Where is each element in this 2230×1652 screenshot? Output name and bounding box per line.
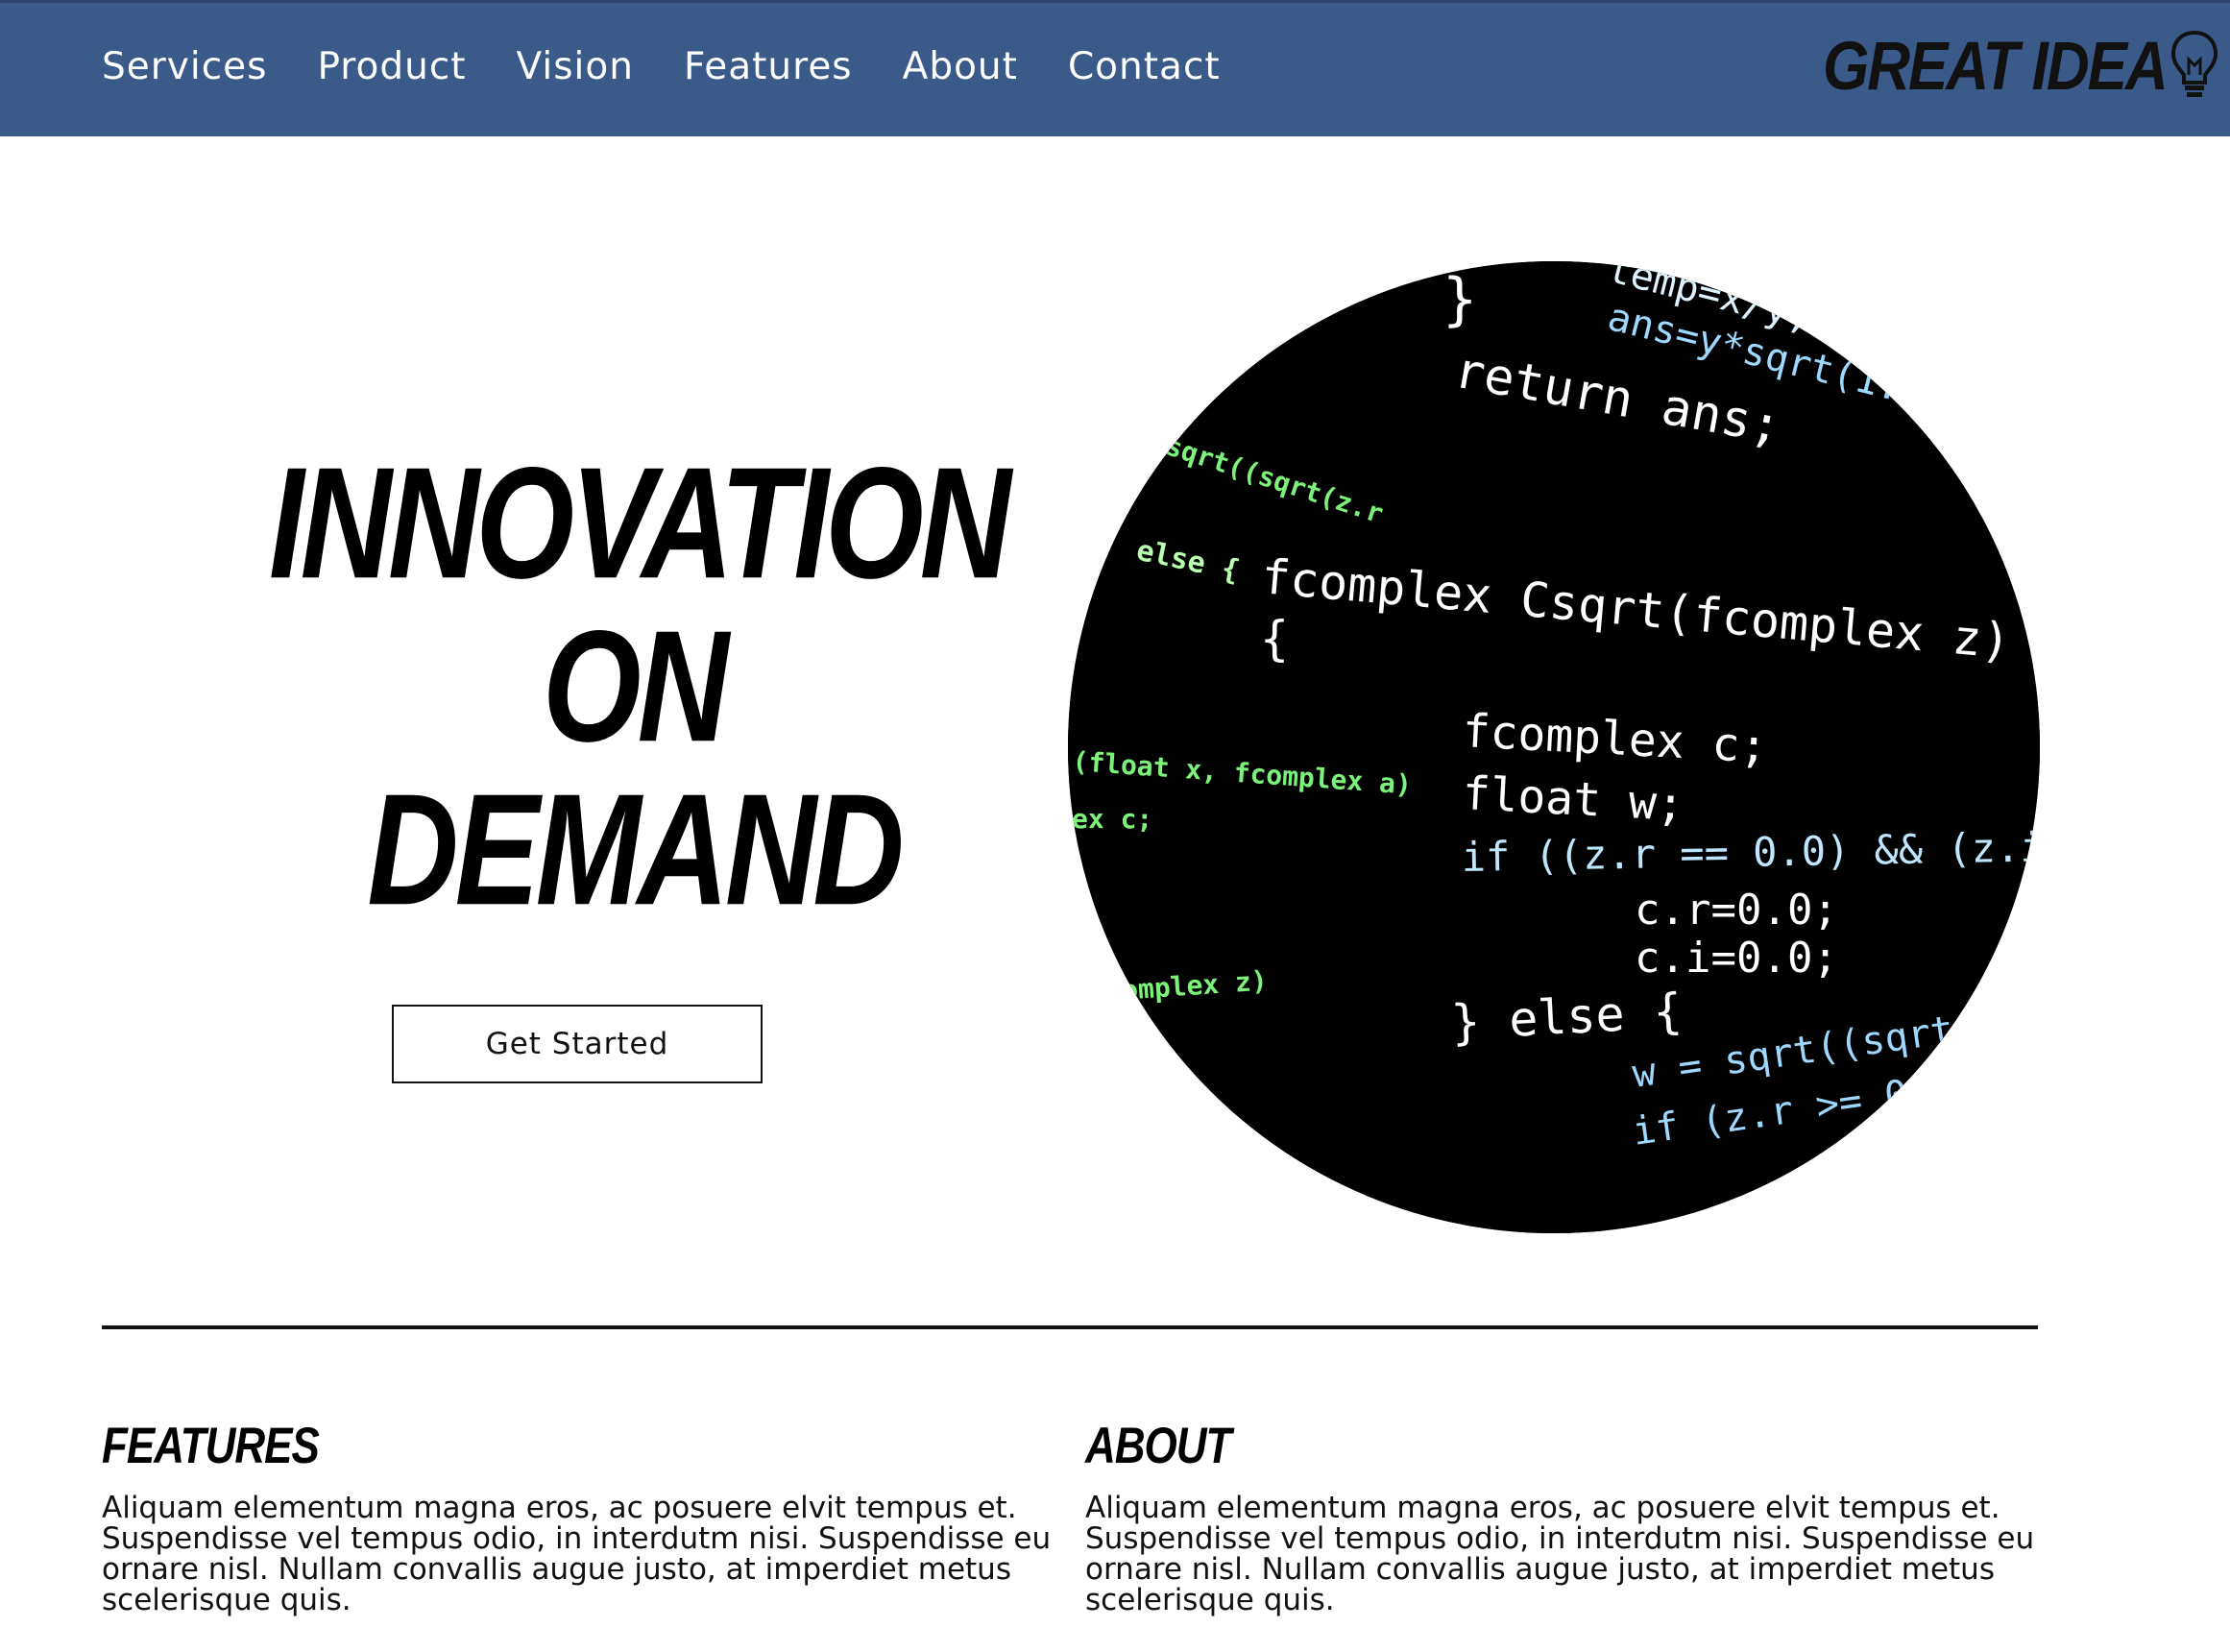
code-line: c.i=0.0; xyxy=(1635,934,1838,983)
features-heading: FEATURES xyxy=(102,1418,320,1474)
lightbulb-icon xyxy=(2169,27,2220,106)
code-line: ex c; xyxy=(1072,803,1152,835)
code-line: c.r=0.0; xyxy=(1635,886,1838,935)
top-navigation-bar: Services Product Vision Features About C… xyxy=(0,0,2230,136)
features-section: FEATURES Aliquam elementum magna eros, a… xyxy=(102,1418,1053,1617)
hero-code-image: temp=x/y; } ans=y*sqrt(1.0+temp*temp ret… xyxy=(1068,261,2040,1233)
hero-headline: INNOVATION ON DEMAND xyxy=(269,435,1011,938)
about-heading: ABOUT xyxy=(1085,1418,1231,1474)
main-nav: Services Product Vision Features About C… xyxy=(102,37,1221,95)
get-started-button[interactable]: Get Started xyxy=(392,1005,763,1083)
nav-link-services[interactable]: Services xyxy=(102,45,267,88)
code-line: { xyxy=(1260,611,1289,667)
about-body: Aliquam elementum magna eros, ac posuere… xyxy=(1085,1491,2035,1617)
section-divider xyxy=(102,1325,2038,1329)
nav-link-vision[interactable]: Vision xyxy=(517,45,634,88)
brand-logo-text: GREAT IDEA xyxy=(1823,28,2169,105)
nav-link-features[interactable]: Features xyxy=(684,45,853,88)
nav-link-contact[interactable]: Contact xyxy=(1068,45,1221,88)
features-body: Aliquam elementum magna eros, ac posuere… xyxy=(102,1491,1052,1617)
brand-logo[interactable]: GREAT IDEA xyxy=(1823,28,2220,105)
about-section: ABOUT Aliquam elementum magna eros, ac p… xyxy=(1085,1418,2036,1617)
code-line: } xyxy=(1442,266,1477,333)
nav-link-product[interactable]: Product xyxy=(317,45,466,88)
nav-link-about[interactable]: About xyxy=(903,45,1018,88)
hero-headline-line: DEMAND xyxy=(367,761,904,938)
code-image-canvas: temp=x/y; } ans=y*sqrt(1.0+temp*temp ret… xyxy=(1068,261,2040,1233)
